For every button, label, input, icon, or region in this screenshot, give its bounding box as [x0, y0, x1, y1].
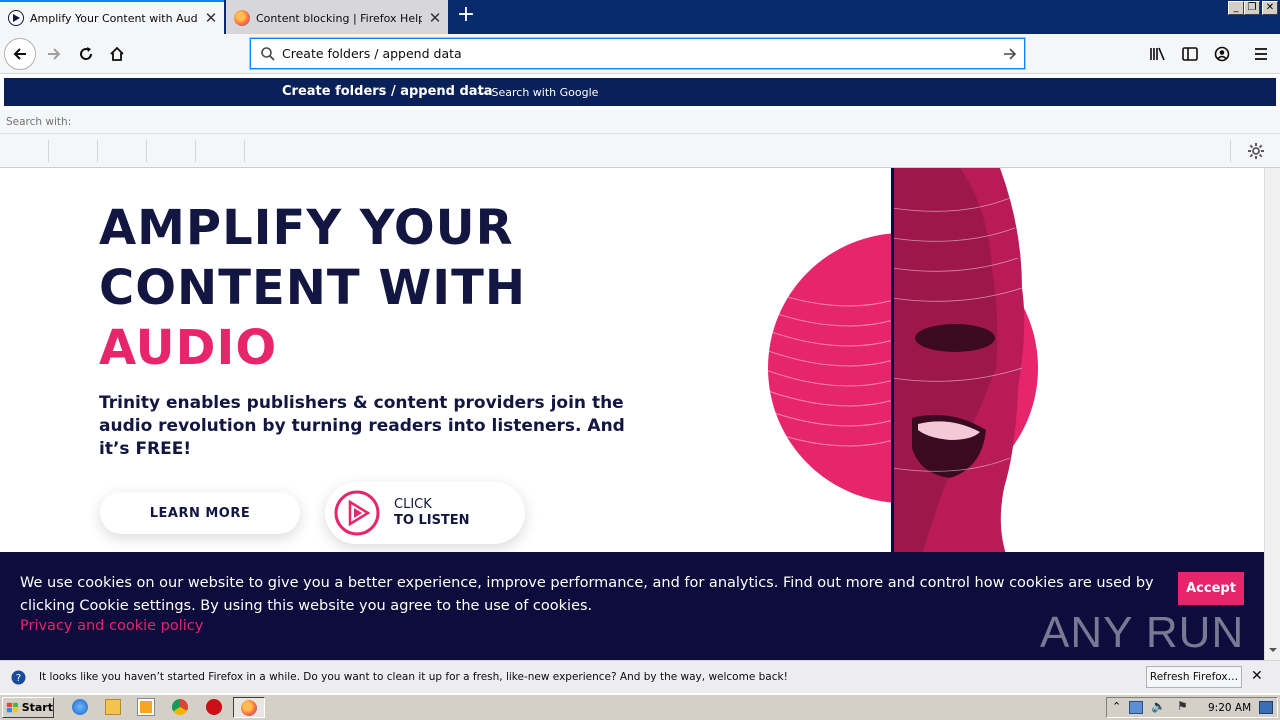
firefox-icon: [241, 699, 257, 716]
home-icon: [110, 46, 124, 61]
windows-taskbar: Start ⌃ 🔈 ⚑ 9:20 AM: [0, 694, 1280, 720]
suggestion-action: — Search with Google: [477, 86, 599, 99]
network-icon[interactable]: [1129, 701, 1143, 714]
close-window-button[interactable]: ✕: [1262, 1, 1278, 15]
learn-more-button[interactable]: LEARN MORE: [100, 492, 300, 534]
action-center-flag-icon[interactable]: ⚑: [1177, 699, 1188, 713]
internet-explorer-icon[interactable]: [72, 699, 88, 715]
tab-strip: Amplify Your Content with Audio | ✕ Cont…: [0, 0, 1280, 34]
restore-button[interactable]: ❐: [1244, 1, 1260, 15]
engine-separator: [48, 140, 49, 162]
system-tray: ⌃ 🔈 ⚑ 9:20 AM: [1106, 697, 1278, 718]
notification-message: It looks like you haven’t started Firefo…: [39, 671, 788, 683]
firefox-taskbar-button[interactable]: [233, 697, 265, 718]
cookie-message: We use cookies on our website to give yo…: [20, 575, 1154, 614]
trinity-favicon-icon: [8, 10, 24, 26]
accept-cookies-button[interactable]: Accept: [1178, 572, 1244, 605]
heading-line-2: CONTENT WITH: [99, 260, 527, 316]
hero-description: Trinity enables publishers & content pro…: [99, 393, 625, 459]
engine-separator: [146, 140, 147, 162]
show-hidden-icons-icon[interactable]: ⌃: [1112, 700, 1121, 713]
privacy-policy-link[interactable]: Privacy and cookie policy: [20, 618, 203, 634]
heading-line-1: AMPLIFY YOUR: [99, 200, 514, 256]
forward-arrow-icon: [48, 48, 61, 60]
hero-face-illustration: [768, 168, 1038, 560]
account-icon: [1214, 46, 1230, 62]
notification-bar: ? It looks like you haven’t started Fire…: [0, 660, 1280, 693]
hero-heading: AMPLIFY YOUR CONTENT WITH AUDIO: [99, 198, 526, 378]
close-tab-icon[interactable]: ✕: [422, 9, 448, 27]
home-button[interactable]: [101, 38, 133, 70]
listen-line-1: CLICK: [394, 497, 432, 512]
heading-line-3: AUDIO: [99, 320, 278, 376]
opera-icon[interactable]: [206, 699, 222, 715]
scroll-down-arrow-icon[interactable]: [1269, 646, 1277, 654]
engine-separator: [244, 140, 245, 162]
sidebar-button[interactable]: [1179, 43, 1201, 65]
back-arrow-icon: [13, 48, 26, 60]
anyrun-watermark: ANY RUN: [1040, 608, 1245, 657]
forward-button[interactable]: [38, 38, 70, 70]
start-button[interactable]: Start: [2, 697, 54, 718]
search-icon: [261, 46, 275, 61]
engine-separator: [97, 140, 98, 162]
sidebar-icon: [1182, 47, 1198, 61]
play-circle-icon: [334, 490, 380, 536]
account-button[interactable]: [1211, 43, 1233, 65]
navigation-toolbar: [0, 34, 1280, 74]
reload-button[interactable]: [70, 38, 102, 70]
web-page: AMPLIFY YOUR CONTENT WITH AUDIO Trinity …: [0, 168, 1264, 660]
tab-title: Content blocking | Firefox Help: [256, 11, 422, 25]
clock[interactable]: 9:20 AM: [1208, 702, 1251, 714]
click-to-listen-button[interactable]: CLICK TO LISTEN: [325, 482, 525, 544]
suggestion-query: Create folders / append data: [282, 84, 493, 99]
library-icon: [1150, 47, 1165, 61]
reload-icon: [80, 47, 93, 60]
menu-button[interactable]: [1250, 43, 1272, 65]
listen-line-2: TO LISTEN: [394, 513, 470, 528]
tab-content-blocking[interactable]: Content blocking | Firefox Help ✕: [226, 0, 448, 34]
tab-title: Amplify Your Content with Audio |: [30, 11, 198, 25]
refresh-firefox-button[interactable]: Refresh Firefox…: [1146, 666, 1242, 688]
show-desktop-icon[interactable]: [1259, 701, 1273, 714]
back-button[interactable]: [4, 38, 36, 70]
info-icon: ?: [11, 670, 26, 685]
firefox-favicon-icon: [234, 10, 250, 26]
go-arrow-icon[interactable]: [1002, 46, 1018, 62]
library-button[interactable]: [1147, 43, 1169, 65]
media-player-icon[interactable]: [137, 698, 155, 716]
volume-icon[interactable]: 🔈: [1151, 699, 1166, 713]
cookie-banner: We use cookies on our website to give yo…: [0, 552, 1264, 660]
minimize-button[interactable]: _: [1228, 1, 1244, 15]
search-engine-bar: [0, 134, 1280, 168]
new-tab-button[interactable]: +: [454, 4, 478, 28]
engine-separator: [1230, 140, 1231, 162]
engine-separator: [195, 140, 196, 162]
url-bar[interactable]: [250, 38, 1025, 69]
close-tab-icon[interactable]: ✕: [198, 9, 224, 27]
hamburger-icon: [1255, 48, 1267, 60]
svg-text:?: ?: [16, 673, 21, 684]
page-scrollbar[interactable]: [1264, 168, 1280, 660]
autocomplete-suggestion[interactable]: Create folders / append data — Search wi…: [4, 78, 1276, 106]
start-label: Start: [21, 701, 53, 714]
url-input[interactable]: [282, 46, 1002, 61]
search-settings-gear-icon[interactable]: [1247, 142, 1265, 160]
tab-amplify[interactable]: Amplify Your Content with Audio | ✕: [0, 0, 224, 34]
close-notification-icon[interactable]: ✕: [1251, 668, 1263, 684]
search-with-label: Search with:: [0, 110, 1280, 134]
windows-logo-icon: [6, 702, 18, 712]
folder-icon[interactable]: [105, 699, 121, 715]
chrome-icon[interactable]: [172, 699, 188, 715]
